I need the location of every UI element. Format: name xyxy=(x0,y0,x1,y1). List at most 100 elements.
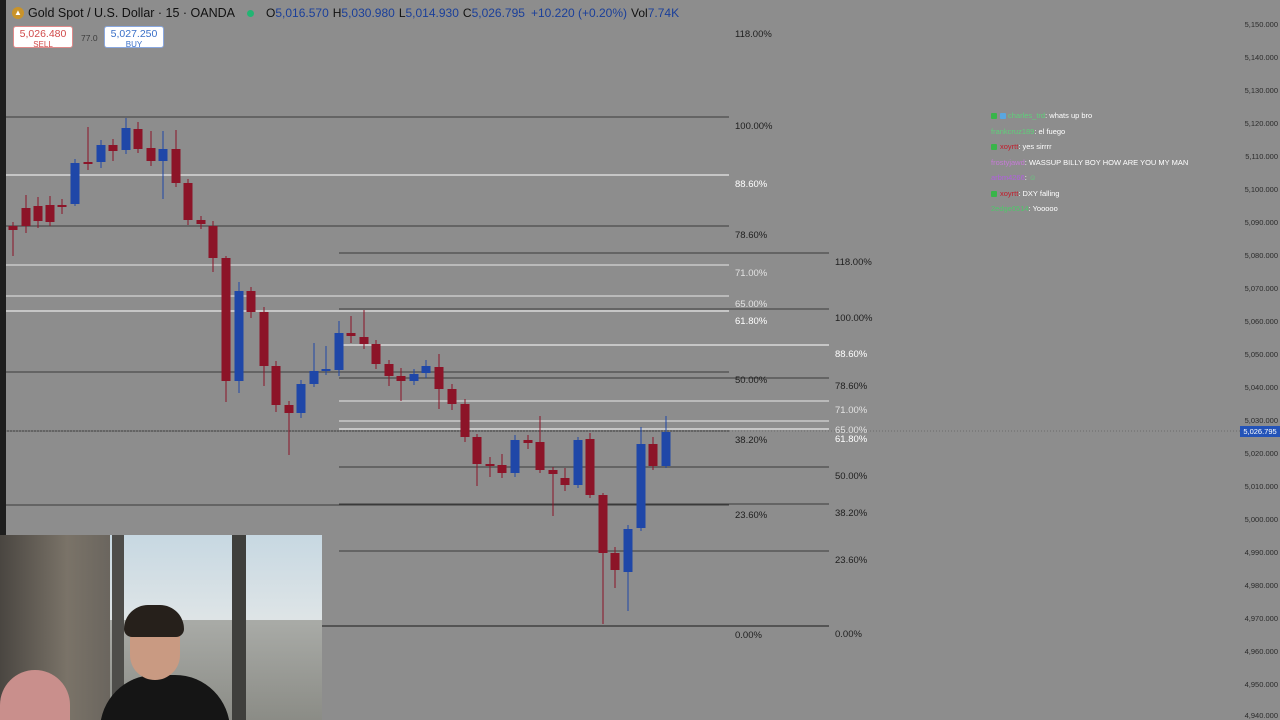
candle-bearish xyxy=(384,364,394,376)
chat-text: DXY falling xyxy=(1022,188,1060,198)
price-axis-label: 4,970.000 xyxy=(1244,614,1278,623)
chat-text: whats up bro xyxy=(1049,111,1093,120)
chat-username: charles_trd xyxy=(1008,111,1046,120)
fib-small-label: 0.00% xyxy=(835,629,862,640)
candle-bullish xyxy=(573,440,583,485)
market-open-icon xyxy=(247,9,255,17)
badge-icon xyxy=(991,144,997,151)
price-axis-label: 5,030.000 xyxy=(1244,416,1278,425)
candle-bearish xyxy=(359,337,369,344)
chat-message: arbm4266: ☺ xyxy=(991,173,1037,182)
candle-bearish xyxy=(171,149,181,183)
fib-small-label: 118.00% xyxy=(835,257,872,268)
badge-icon xyxy=(1000,113,1006,120)
chat-text: el fuego xyxy=(1038,126,1066,136)
price-axis-label: 5,080.000 xyxy=(1244,251,1278,260)
fib-small-label: 61.80% xyxy=(835,434,868,445)
symbol-header: ▲ Gold Spot / U.S. Dollar · 15 · OANDA O… xyxy=(12,5,679,21)
candle-bearish xyxy=(472,437,482,464)
candle-bearish xyxy=(208,226,218,258)
candle-bullish xyxy=(309,371,319,384)
sell-label: SELL xyxy=(33,40,53,49)
candle-bearish xyxy=(246,291,256,312)
candle-bullish xyxy=(334,333,344,370)
fib-big-label: 38.20% xyxy=(735,435,768,446)
chat-username: xoyrtt xyxy=(1000,142,1019,151)
candle-bearish xyxy=(45,205,55,222)
candle-bullish xyxy=(321,369,331,371)
fib-small-label: 50.00% xyxy=(835,471,868,482)
price-axis-label: 4,960.000 xyxy=(1244,647,1278,656)
fib-big-label: 100.00% xyxy=(735,121,773,132)
sell-button[interactable]: 5,026.480 SELL xyxy=(13,26,73,49)
candle-bearish xyxy=(648,444,658,466)
price-axis-label: 5,130.000 xyxy=(1244,86,1278,95)
candle-bearish xyxy=(108,145,118,151)
fib-big-label: 71.00% xyxy=(735,268,768,279)
price-axis-label: 5,000.000 xyxy=(1244,515,1278,524)
fib-big-label: 118.00% xyxy=(735,29,772,40)
candle-bullish xyxy=(421,366,431,373)
chat-username: arbm4266 xyxy=(991,173,1025,182)
price-axis-label: 5,070.000 xyxy=(1244,284,1278,293)
ohlc-close: C5,026.795 xyxy=(462,6,525,20)
chat-message: xoyrtt: DXY falling xyxy=(991,188,1188,204)
candle-bearish xyxy=(560,478,570,485)
chat-message: charles_trd: whats up bro xyxy=(991,110,1188,126)
candle-bearish xyxy=(133,129,143,149)
candle-bearish xyxy=(460,404,470,437)
chat-message: frankcruz189: el fuego xyxy=(991,126,1066,136)
webcam-person-hair xyxy=(124,605,184,637)
candle-bearish xyxy=(535,442,545,470)
candle-bearish xyxy=(146,148,156,161)
spread-value: 77.0 xyxy=(81,33,98,43)
candle-bearish xyxy=(371,344,381,364)
current-price-tag: 5,026.795 xyxy=(1240,426,1280,437)
sell-price: 5,026.480 xyxy=(19,28,67,40)
candle-bullish xyxy=(96,145,106,162)
candle-bearish xyxy=(57,205,67,207)
candle-bearish xyxy=(485,464,495,466)
volume: Vol7.74K xyxy=(631,6,680,20)
fib-small-label: 71.00% xyxy=(835,405,868,416)
candle-bearish xyxy=(221,258,231,381)
ohlc-high: H5,030.980 xyxy=(332,6,395,20)
candle-bullish xyxy=(510,440,520,473)
chat-message: 2edge0514: Yooooo xyxy=(991,204,1058,213)
fib-small-label: 38.20% xyxy=(835,508,868,519)
symbol-title[interactable]: Gold Spot / U.S. Dollar · 15 · OANDA xyxy=(28,6,235,20)
price-change: +10.220 (+0.20%) xyxy=(530,6,628,20)
fib-big-label: 78.60% xyxy=(735,230,768,241)
price-axis-label: 4,990.000 xyxy=(1244,548,1278,557)
candle-bearish xyxy=(33,206,43,221)
fib-small-label: 88.60% xyxy=(835,349,868,360)
candle-bearish xyxy=(497,465,507,473)
candle-bearish xyxy=(21,208,31,226)
price-axis-label: 5,040.000 xyxy=(1244,383,1278,392)
candle-bearish xyxy=(396,376,406,381)
candle-bullish xyxy=(158,149,168,161)
chat-username: 2edge0514 xyxy=(991,204,1029,213)
candle-bullish xyxy=(234,291,244,381)
chat-username: xoyrtt xyxy=(1000,188,1019,198)
buy-button[interactable]: 5,027.250 BUY xyxy=(104,26,164,49)
webcam-overlay xyxy=(0,535,322,720)
chat-text: yes sirrrr xyxy=(1022,142,1052,151)
fib-big-label: 88.60% xyxy=(735,179,768,190)
candle-bearish xyxy=(523,440,533,443)
candle-bearish xyxy=(259,312,269,366)
candle-bearish xyxy=(346,333,356,336)
price-axis-label: 4,980.000 xyxy=(1244,581,1278,590)
gold-symbol-icon: ▲ xyxy=(12,7,24,19)
fib-small-label: 100.00% xyxy=(835,313,873,324)
fib-big-label: 23.60% xyxy=(735,510,768,521)
candle-bearish xyxy=(196,220,206,224)
candle-bearish xyxy=(8,226,18,230)
price-axis-label: 5,050.000 xyxy=(1244,350,1278,359)
buy-price: 5,027.250 xyxy=(110,28,158,40)
candle-bearish xyxy=(434,367,444,389)
ohlc-low: L5,014.930 xyxy=(398,6,459,20)
price-axis-label: 5,090.000 xyxy=(1244,218,1278,227)
candle-bearish xyxy=(284,405,294,413)
price-axis-label: 5,140.000 xyxy=(1244,53,1278,62)
